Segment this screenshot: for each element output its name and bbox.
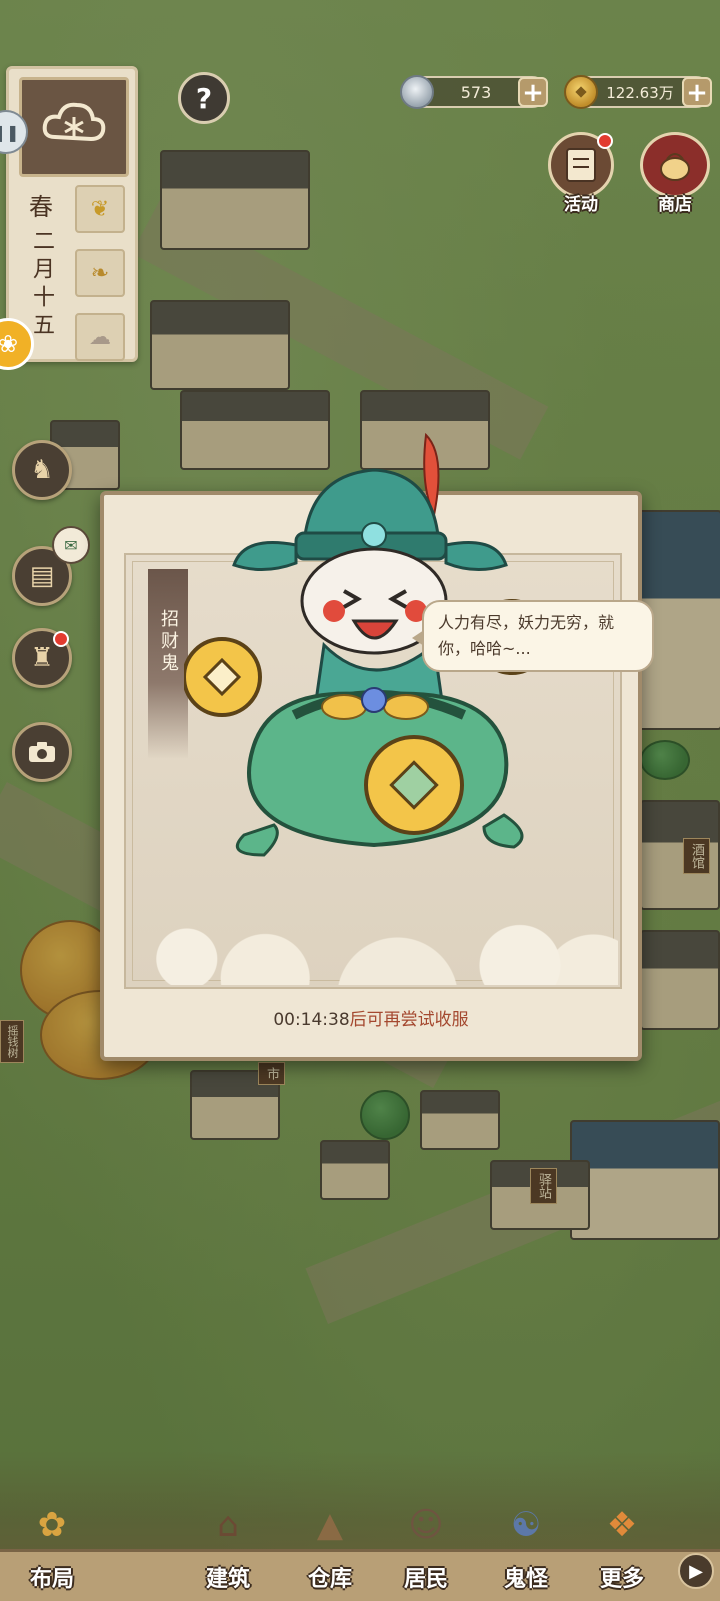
nav-layout-label: 布局 (29, 1567, 74, 1592)
bag-button[interactable]: ♜ (12, 628, 72, 688)
nav-more-label: 更多 (599, 1567, 644, 1592)
camera-icon (29, 742, 55, 762)
gold-coin-icon (184, 637, 262, 717)
notification-dot (53, 631, 69, 647)
events-label[interactable]: 活动 (548, 190, 614, 215)
crop-slot[interactable]: ❦ (75, 185, 125, 233)
silver-counter: 573 + (400, 75, 548, 109)
corn-icon: ❦ (90, 196, 110, 222)
nav-residents[interactable]: ☺ 居民 (378, 1479, 474, 1599)
visitor-button[interactable]: ♞ (12, 440, 72, 500)
nav-ghosts[interactable]: ☯ 鬼怪 (478, 1479, 574, 1599)
nav-residents-label: 居民 (403, 1567, 448, 1592)
ghost-speech-text: 人力有尽，妖力无穷，就你，哈哈~... (438, 613, 615, 658)
shop-label[interactable]: 商店 (640, 190, 710, 215)
chat-icon: ❚❚ (0, 122, 20, 142)
nav-building-label: 建筑 (205, 1567, 250, 1592)
warehouse-icon: ▲ (316, 1505, 344, 1545)
add-copper-button[interactable]: + (682, 77, 712, 107)
capture-cooldown: 00:14:38后可再尝试收服 (104, 1005, 638, 1030)
nav-building[interactable]: ⌂ 建筑 (180, 1479, 276, 1599)
crop-slot[interactable]: ☁ (75, 313, 125, 361)
copper-value: 122.63万 (606, 83, 674, 102)
ghost-name: 招财鬼 (158, 609, 179, 675)
wheat-icon: ❧ (90, 260, 110, 286)
cooldown-text: 后可再尝试收服 (349, 1010, 469, 1030)
help-button[interactable]: ? (178, 72, 230, 124)
question-icon: ? (195, 81, 213, 115)
date-label: 二月十五 (29, 229, 54, 341)
sack-icon: ♜ (30, 643, 54, 673)
season-text: 春 (29, 193, 53, 221)
nav-ghosts-label: 鬼怪 (503, 1567, 548, 1592)
bottom-navigation: ✿ 布局 ⌂ 建筑 ▲ 仓库 ☺ 居民 ☯ 鬼怪 ❖ 更多 ▶ (0, 1451, 720, 1601)
cooldown-timer: 00:14:38 (273, 1010, 350, 1030)
gold-coin-icon (364, 735, 464, 835)
scroll-icon (566, 148, 596, 182)
silver-value: 573 (460, 82, 492, 102)
ghost-name-tag: 招财鬼 (148, 569, 188, 759)
nav-warehouse[interactable]: ▲ 仓库 (282, 1479, 378, 1599)
season-label: 春 (23, 189, 59, 225)
nav-warehouse-label: 仓库 (307, 1567, 352, 1592)
copper-counter: 122.63万 + (564, 75, 712, 109)
layout-icon: ✿ (37, 1505, 67, 1545)
ghost-icon: ☯ (510, 1505, 542, 1545)
expand-arrow-icon[interactable]: ▶ (678, 1553, 714, 1589)
resident-icon: ☺ (408, 1505, 444, 1545)
shop-button[interactable] (640, 132, 710, 198)
letter-button[interactable]: ✉ (52, 526, 90, 564)
notification-dot (597, 133, 613, 149)
crop-slot[interactable]: ❧ (75, 249, 125, 297)
shop-bag-icon (660, 153, 690, 181)
ghost-speech-bubble: 人力有尽，妖力无穷，就你，哈哈~... (412, 600, 654, 672)
more-icon: ❖ (606, 1505, 638, 1545)
snow-cloud-icon (42, 102, 106, 142)
events-button[interactable] (548, 132, 614, 198)
copper-coin-icon (564, 75, 598, 109)
straw-hat-person-icon: ♞ (30, 455, 54, 485)
coin-bag-icon: ❀ (0, 330, 19, 358)
calendar-panel[interactable]: 春 二月十五 ❦ ❧ ☁ (6, 66, 138, 362)
add-silver-button[interactable]: + (518, 77, 548, 107)
ghost-capture-dialog: 招财鬼 人力有尽，妖力无穷，就你，哈哈~... 00:14:38后可再尝试收服 (100, 432, 654, 1061)
letter-icon: ✉ (64, 535, 78, 555)
silver-ingot-icon (400, 75, 434, 109)
nav-layout[interactable]: ✿ 布局 (4, 1479, 100, 1599)
weather-display[interactable] (19, 77, 129, 177)
cloud-icon: ☁ (89, 324, 111, 350)
camera-button[interactable] (12, 722, 72, 782)
book-icon: ▤ (29, 561, 55, 591)
nav-more[interactable]: ❖ 更多 (574, 1479, 670, 1599)
building-icon: ⌂ (217, 1505, 239, 1545)
